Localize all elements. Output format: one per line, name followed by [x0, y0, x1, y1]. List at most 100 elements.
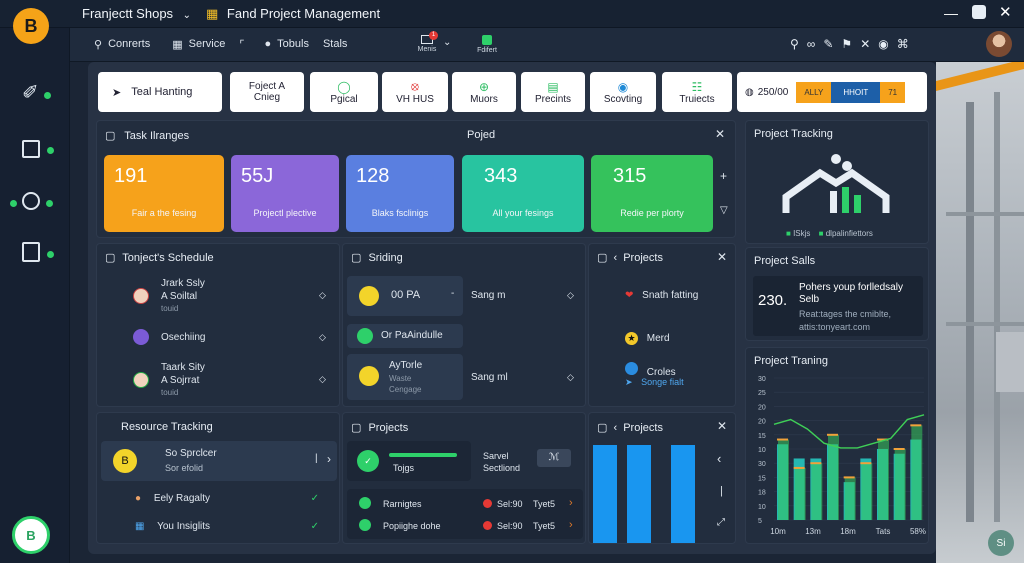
chip-muors[interactable]: ⊕ Muors [452, 72, 516, 112]
panel-icon: ▢ [597, 252, 608, 264]
sriding-card-label: AyTorle [389, 360, 423, 371]
project-row-label: Songe fialt [641, 377, 684, 387]
y-tick-label: 15 [758, 433, 766, 440]
nav-item-tobuls[interactable]: Tobuls [277, 38, 309, 51]
stat-value: 128 [356, 165, 390, 187]
stat-card-3[interactable]: 128 Blaks fsclinigs [346, 155, 454, 232]
sidebar-item-tools[interactable]: ✐ [22, 80, 39, 105]
check-icon: ✓ [310, 521, 319, 532]
sync-icon[interactable]: ◉ [878, 37, 896, 51]
close-icon[interactable]: ✕ [860, 37, 878, 51]
tag-icon[interactable]: ⚑ [841, 37, 860, 51]
chevron-right-icon[interactable]: › [569, 497, 573, 509]
resource-card[interactable]: B So Sprclcer Sor efolid | › [101, 441, 337, 481]
sriding-card[interactable]: AyTorle Waste Cengage [347, 354, 463, 400]
chip-truiects[interactable]: ☷ Truiects [662, 72, 732, 112]
project-row[interactable]: ★ Merd [625, 332, 670, 345]
stat-card-5[interactable]: 315 Redie per plorty [591, 155, 713, 232]
yellow-dot-icon [359, 286, 379, 306]
project-sales-panel: Project Salls 230. Pohers youp forlledsa… [745, 247, 929, 341]
project-card[interactable]: Rarnigtes Popiighe dohe Sel:90 Tyet5 › S… [347, 489, 583, 539]
chevron-down-icon[interactable]: ⌄ [443, 37, 451, 48]
project-row[interactable]: Croles [625, 362, 676, 378]
search-icon[interactable]: ⚲ [790, 37, 807, 51]
chevron-left-icon[interactable]: ‹ [717, 451, 721, 466]
chip-pgical[interactable]: ◯ Pgical [310, 72, 378, 112]
chip-scovting[interactable]: ◉ Scovting [590, 72, 656, 112]
expand-icon[interactable]: ⤢ [717, 517, 725, 528]
sidebar-item-search[interactable] [22, 192, 40, 210]
sidebar-item-reports[interactable] [22, 140, 40, 158]
stat-label: Blaks fsclinigs [371, 208, 429, 218]
diamond-icon[interactable]: ◇ [319, 290, 326, 301]
close-icon[interactable]: ✕ [715, 127, 725, 141]
sidebar-item-checklist[interactable] [22, 242, 40, 262]
chip-team-hunting[interactable]: ➤ Teal Hanting [98, 72, 222, 112]
chevron-right-icon[interactable]: › [327, 452, 331, 466]
stat-card-1[interactable]: 191 Fair a the fesing [104, 155, 224, 232]
chart-bar [878, 439, 889, 520]
schedule-row[interactable]: Jrark Ssly A Soiltal touid ◇ [131, 278, 331, 318]
bar-cap [893, 448, 905, 450]
close-icon[interactable]: ✕ [999, 3, 1012, 21]
stat-card-2[interactable]: 55J Projectl plective [231, 155, 339, 232]
chevron-left-icon[interactable]: ‹ [613, 422, 617, 434]
chevron-right-icon[interactable]: › [569, 519, 573, 531]
document-icon: ▤ [547, 79, 559, 94]
sales-card[interactable]: 230. Pohers youp forlledsaly Selb Reat:t… [753, 276, 923, 336]
gauge-icon: ◍ [745, 86, 754, 98]
legend-label: ISkjs [793, 229, 811, 238]
nav-item-service[interactable]: Service [189, 38, 226, 51]
chevron-down-icon[interactable]: ▽ [720, 205, 728, 216]
crop-icon[interactable]: ⌘ [897, 37, 917, 51]
edit-button[interactable]: ℳ [537, 449, 571, 467]
close-icon[interactable]: ✕ [717, 419, 727, 433]
avatar [133, 372, 149, 388]
corner-badge[interactable]: Si [988, 530, 1014, 556]
nav-item-converts[interactable]: Conrerts [108, 38, 150, 51]
background-photo: Si [936, 62, 1024, 563]
stat-card-4[interactable]: 343 All your fesings [462, 155, 584, 232]
menu-button[interactable]: 1 Menis [410, 31, 444, 58]
schedule-row-meta: touid [161, 304, 179, 313]
sriding-card[interactable]: 00 PA - [347, 276, 463, 316]
check-icon: ✓ [310, 493, 319, 504]
app-switcher[interactable]: Franjectt Shops ⌄ [82, 6, 191, 21]
add-icon[interactable]: + [720, 169, 727, 183]
notification-icon[interactable] [972, 5, 986, 19]
close-icon[interactable]: ✕ [717, 250, 727, 264]
schedule-row[interactable]: Osechiing ◇ [131, 328, 331, 350]
chip-vh-hus[interactable]: ⦻ VH HUS [382, 72, 448, 112]
blue-column [671, 445, 695, 543]
logo[interactable]: B [13, 8, 49, 44]
avatar [133, 288, 149, 304]
resource-row[interactable]: ▦ You Insiglits ✓ [135, 521, 325, 532]
export-button[interactable]: Fdifert [470, 32, 504, 58]
minimize-button[interactable]: — [944, 5, 958, 21]
schedule-row[interactable]: Taark Sity A Sojrrat touid ◇ [131, 362, 331, 402]
diamond-icon[interactable]: ◇ [567, 372, 574, 383]
sales-text: Reat:tages the cmiblte, [799, 309, 892, 319]
yellow-dot-icon [359, 366, 379, 386]
link-icon[interactable]: ∞ [807, 37, 824, 51]
chip-precints[interactable]: ▤ Precints [521, 72, 585, 112]
leaf-icon: ◯ [337, 79, 351, 94]
schedule-row-title: Jrark Ssly [161, 278, 205, 289]
resource-title: So Sprclcer [165, 448, 217, 459]
diamond-icon[interactable]: ◇ [319, 332, 326, 343]
user-avatar[interactable]: B [12, 516, 50, 554]
progress-chip[interactable]: ◍ 250/00 ALLY HHOIT 71 [737, 72, 927, 112]
diamond-icon[interactable]: ◇ [567, 290, 574, 301]
project-row[interactable]: ❤ Snath fatting [625, 290, 698, 301]
edit-icon[interactable]: ✎ [823, 37, 841, 51]
sriding-card[interactable]: Or PaAindulle [347, 324, 463, 348]
project-card[interactable]: ✓ Tojgs [347, 441, 471, 481]
nav-item-stals[interactable]: Stals [323, 38, 347, 51]
profile-avatar[interactable] [986, 31, 1012, 57]
chip-project-a[interactable]: Foject A Cnieg [230, 72, 304, 112]
chevron-left-icon[interactable]: ‹ [613, 252, 617, 264]
project-row[interactable]: ➤ Songe fialt [625, 377, 684, 388]
resource-row[interactable]: ● Eely Ragalty ✓ [135, 493, 325, 504]
diamond-icon[interactable]: ◇ [319, 374, 326, 385]
panel-title: Project Salls [754, 255, 816, 267]
